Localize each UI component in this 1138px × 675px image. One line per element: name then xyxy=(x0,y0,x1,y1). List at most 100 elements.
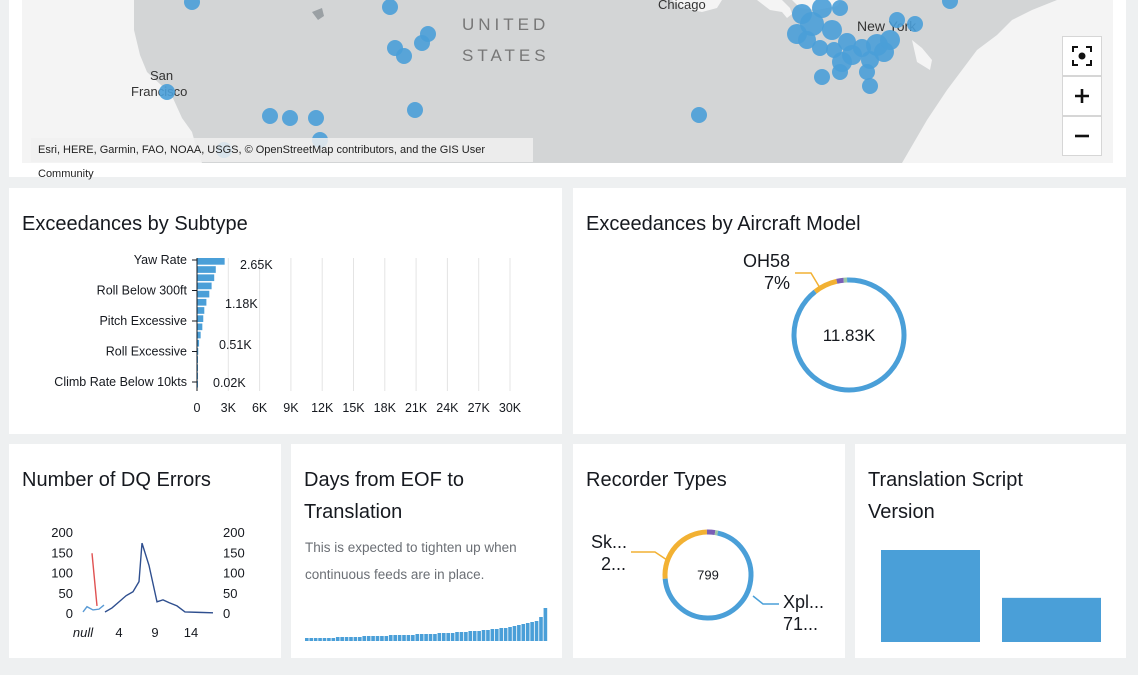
eof-bar xyxy=(490,629,495,641)
dq-y-tick-label-right: 100 xyxy=(223,566,245,581)
eof-bar xyxy=(525,623,530,641)
aircraft-panel-title: Exceedances by Aircraft Model xyxy=(586,213,861,235)
aircraft-total-label: 11.83K xyxy=(823,326,876,345)
map-marker xyxy=(407,102,423,118)
aircraft-callout-pct: 7% xyxy=(764,273,790,293)
dq-y-tick-label-left: 0 xyxy=(66,606,73,621)
subtype-bar xyxy=(197,315,204,322)
eof-panel-title-line2: Translation xyxy=(304,501,403,523)
subtype-category-label: Climb Rate Below 10kts xyxy=(54,375,187,389)
eof-panel-subtitle-line2: continuous feeds are in place. xyxy=(305,567,485,582)
eof-bar xyxy=(481,630,486,641)
subtype-panel[interactable]: Exceedances by Subtype 0 3K 6K 9K 12K 15K 18K 2… xyxy=(9,188,562,434)
eof-bar xyxy=(530,622,534,641)
eof-bar xyxy=(521,624,526,641)
eof-bar xyxy=(517,625,521,641)
eof-bar xyxy=(375,636,380,641)
eof-bar xyxy=(534,621,539,641)
eof-bar xyxy=(344,637,349,641)
eof-bar xyxy=(424,634,428,641)
map-marker xyxy=(859,64,875,80)
eof-bar xyxy=(468,631,473,641)
recorder-panel-title: Recorder Types xyxy=(586,469,727,491)
map-marker xyxy=(691,107,707,123)
eof-bar xyxy=(384,636,389,641)
subtype-data-label: 1.18K xyxy=(225,297,258,311)
script-panel-title-line2: Version xyxy=(868,501,935,523)
dq-series-line xyxy=(91,553,98,606)
eof-bar xyxy=(366,636,371,641)
subtype-category-label: Pitch Excessive xyxy=(99,314,187,328)
eof-bar xyxy=(419,634,424,641)
subtype-x-tick-label: 30K xyxy=(499,401,522,415)
script-panel-title-line1: Translation Script xyxy=(868,469,1023,491)
eof-bar xyxy=(406,635,411,641)
minus-icon xyxy=(1075,134,1089,138)
dq-y-tick-label-right: 200 xyxy=(223,525,245,540)
recorder-donut-chart[interactable]: Sk... 2... Xpl... 71... 799 xyxy=(573,522,845,658)
subtype-gridlines xyxy=(227,258,511,391)
recorder-panel[interactable]: Recorder Types Sk... 2... Xpl... 71... 7… xyxy=(573,444,845,658)
dq-y-tick-label-right: 150 xyxy=(223,545,245,560)
aircraft-panel[interactable]: Exceedances by Aircraft Model OH58 7% 11… xyxy=(573,188,1126,434)
eof-bar xyxy=(503,628,508,641)
subtype-x-tick-label: 12K xyxy=(311,401,334,415)
dq-y-tick-label-left: 100 xyxy=(51,566,73,581)
dq-x-tick-label: 4 xyxy=(115,625,122,640)
subtype-bar xyxy=(197,331,201,339)
eof-panel-subtitle-line1: This is expected to tighten up when xyxy=(305,540,517,555)
subtype-x-tick-label: 15K xyxy=(342,401,365,415)
map-label-states: STATES xyxy=(462,46,550,65)
eof-bar xyxy=(459,632,464,641)
dq-line-chart[interactable]: 200 200150 150100 10050 500 0null 4 9 14 xyxy=(9,522,281,644)
aircraft-donut-chart[interactable]: OH58 7% 11.83K xyxy=(573,248,1126,434)
eof-bar xyxy=(335,637,340,641)
script-bar xyxy=(1002,597,1101,642)
dq-y-tick-label-right: 50 xyxy=(223,586,237,601)
eof-bar xyxy=(380,636,384,641)
eof-bar xyxy=(411,635,415,641)
recorder-callout-right-leader xyxy=(752,595,779,605)
map-marker xyxy=(812,40,828,56)
map-marker xyxy=(880,30,900,50)
eof-bar xyxy=(349,637,353,641)
eof-bar xyxy=(539,617,543,641)
subtype-category-label: Roll Below 300ft xyxy=(97,284,188,298)
dq-y-tick-label-left: 200 xyxy=(51,525,73,540)
eof-bar xyxy=(477,631,481,641)
eof-bar xyxy=(402,635,406,641)
eof-bar xyxy=(494,629,499,641)
eof-bar-chart[interactable] xyxy=(291,604,562,644)
eof-bar xyxy=(508,627,512,641)
map-zoom-out-button[interactable] xyxy=(1062,116,1102,156)
subtype-bar xyxy=(197,266,216,273)
map-recenter-button[interactable] xyxy=(1062,36,1102,76)
dq-x-tick-label: null xyxy=(73,625,94,640)
script-panel[interactable]: Translation Script Version xyxy=(855,444,1126,658)
eof-panel[interactable]: Days from EOF to Translation This is exp… xyxy=(291,444,562,658)
dq-panel[interactable]: Number of DQ Errors 200 200 150 150 100 100 50… xyxy=(9,444,281,658)
map-marker xyxy=(420,26,436,42)
subtype-data-label: 0.02K xyxy=(213,376,246,390)
map-marker xyxy=(822,20,842,40)
eof-bar xyxy=(358,637,362,641)
dq-y-tick-label-left: 150 xyxy=(51,545,73,560)
script-bar-chart[interactable] xyxy=(855,548,1126,644)
eof-bar xyxy=(415,634,420,641)
subtype-x-tick-label: 9K xyxy=(283,401,299,415)
subtype-bar-chart[interactable]: 0 3K 6K 9K 12K 15K 18K 21K 24K 27K 30K Yaw Rate Roll… xyxy=(9,248,562,428)
eof-bar xyxy=(305,638,309,641)
eof-bar xyxy=(499,628,504,641)
recorder-callout-left-line2: 2... xyxy=(601,554,626,574)
map-marker xyxy=(262,108,278,124)
map-marker xyxy=(907,16,923,32)
map-zoom-in-button[interactable] xyxy=(1062,76,1102,116)
aircraft-callout-name: OH58 xyxy=(743,251,790,271)
subtype-x-tick-label: 24K xyxy=(436,401,459,415)
subtype-x-tick-label: 27K xyxy=(468,401,491,415)
subtype-x-tick-label: 3K xyxy=(221,401,237,415)
eof-bar xyxy=(322,638,327,641)
subtype-bar xyxy=(197,298,207,306)
map-label-chicago: Chicago xyxy=(658,0,706,12)
map-marker xyxy=(814,69,830,85)
